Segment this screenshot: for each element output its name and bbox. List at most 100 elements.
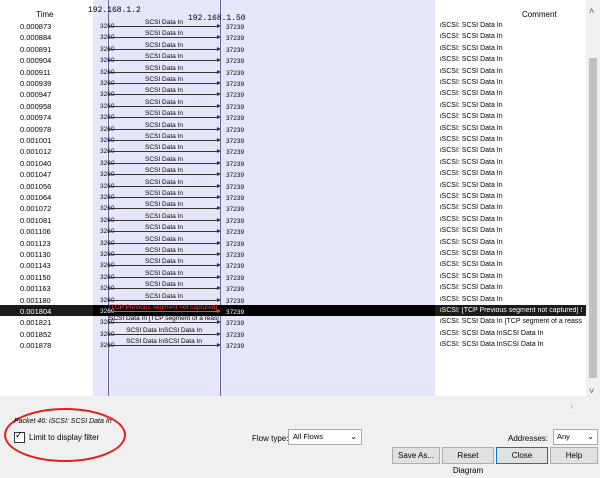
row-time: 0.000978 [20,124,52,134]
scrollbar-thumb[interactable] [589,58,597,378]
row-comment: iSCSI: SCSI Data In [TCP segment of a re… [440,318,582,326]
flow-row[interactable]: 0.001821 3260 SCSI Data In [TCP segment of… [0,315,586,327]
chevron-down-icon: ⌄ [350,432,357,441]
row-arrow-label: SCSI Data In [145,281,183,289]
row-arrow-label: SCSI Data In [145,235,183,243]
flow-row[interactable]: 0.001163 3260 SCSI Data In 37239 iSCSI: SCSI… [0,281,586,293]
flow-row[interactable]: 0.001106 3260 SCSI Data In 37239 iSCSI: SCSI… [0,224,586,237]
row-time: 0.001143 [20,261,51,271]
scroll-right-icon[interactable]: › [570,401,573,411]
row-dst-port: 37239 [226,240,245,248]
row-comment: iSCSI: SCSI Data In [440,272,503,280]
flow-row[interactable]: 0.001064 3260 SCSI Data In 37239 iSCSI: SCSI… [0,190,586,202]
flow-row[interactable]: 0.001072 3260 SCSI Data In 37239 iSCSI: SCSI… [0,201,586,214]
row-arrow [109,81,221,85]
row-time: 0.000873 [20,22,52,31]
flow-row[interactable]: 0.001081 3260 SCSI Data In 37239 iSCSI: SCSI… [0,213,586,225]
row-comment: iSCSI: SCSI Data In [440,170,503,178]
close-button[interactable]: Close [496,447,548,464]
flow-row[interactable]: 0.000978 3260 SCSI Data In 37239 iSCSI: SCSI… [0,121,586,134]
row-arrow [109,115,221,120]
row-arrow [109,103,221,108]
flow-row[interactable]: 0.000939 3260 SCSI Data In 37239 iSCSI: SCSI… [0,76,586,88]
flow-row[interactable]: 0.001852 3260 SCSI Data InSCSI Data In 3723… [0,327,586,339]
row-arrow-label: SCSI Data In [145,53,183,61]
save-as-button[interactable]: Save As... [392,447,440,464]
row-dst-port: 37239 [226,229,245,237]
flow-row[interactable]: 0.001804 3260 [TCP Previous segment not ca… [0,304,586,317]
row-comment: iSCSI: SCSI Data In [440,250,503,257]
flow-row[interactable]: 0.001012 3260 SCSI Data In 37239 iSCSI: SCSI… [0,144,586,156]
row-time: 0.001064 [20,193,52,202]
checkbox-icon[interactable] [14,430,25,443]
row-time: 0.001072 [20,204,52,214]
flow-row[interactable]: 0.001150 3260 SCSI Data In 37239 iSCSI: SCSI… [0,270,586,282]
help-button[interactable]: Help [550,447,598,464]
row-time: 0.001150 [20,272,51,282]
row-arrow-label: SCSI Data In [145,155,183,163]
row-comment: iSCSI: SCSI Data In [440,227,503,235]
flow-row[interactable]: 0.001878 3260 SCSI Data InSCSI Data In 3723… [0,338,586,351]
flow-row[interactable]: 0.000873 3260 SCSI Data In 37239 iSCSI: SCSI… [0,19,586,31]
vertical-scrollbar[interactable]: ˄ ˅ [586,0,600,396]
row-comment: iSCSI: SCSI Data In [440,204,503,212]
addresses-select[interactable]: Any ⌄ [553,429,598,445]
row-comment: iSCSI: SCSI Data In [440,261,503,269]
row-arrow [109,331,221,336]
row-dst-port: 37239 [226,172,245,180]
row-time: 0.001878 [20,341,52,351]
row-comment: iSCSI: SCSI Data In [440,44,503,52]
flow-row[interactable]: 0.001001 3260 SCSI Data In 37239 iSCSI: SCSI… [0,133,586,145]
row-comment: iSCSI: [TCP Previous segment not capture… [440,307,582,314]
row-dst-port: 37239 [226,297,245,305]
flow-row[interactable]: 0.001130 3260 SCSI Data In 37239 iSCSI: SCSI… [0,247,586,259]
row-comment: iSCSI: SCSI Data In [440,158,503,166]
flow-type-select[interactable]: All Flows ⌄ [288,429,362,445]
row-arrow-label: SCSI Data In [145,121,183,129]
row-arrow-label: SCSI Data In [145,76,183,83]
row-arrow [109,263,221,268]
scroll-down-icon[interactable]: ˅ [589,386,594,396]
scroll-up-icon[interactable]: ˄ [589,6,594,16]
addresses-value: Any [557,432,570,441]
flow-row[interactable]: 0.000911 3260 SCSI Data In 37239 iSCSI: SCSI… [0,65,586,77]
row-dst-port: 37239 [226,126,245,134]
flow-row[interactable]: 0.000947 3260 SCSI Data In 37239 iSCSI: SCSI… [0,87,586,99]
flow-row[interactable]: 0.000904 3260 SCSI Data In 37239 iSCSI: SCSI… [0,53,586,65]
row-time: 0.001056 [20,181,52,191]
flow-row[interactable]: 0.001047 3260 SCSI Data In 37239 iSCSI: SCSI… [0,167,586,180]
flow-row[interactable]: 0.000884 3260 SCSI Data In 37239 iSCSI: SCSI… [0,30,586,42]
row-arrow-label: SCSI Data In [145,144,183,152]
packet-info-text: Packet 46: iSCSI: SCSI Data In [14,418,112,425]
row-comment: iSCSI: SCSI Data In [440,101,503,109]
flow-row[interactable]: 0.001143 3260 SCSI Data In 37239 iSCSI: SCSI… [0,258,586,271]
row-arrow-label: SCSI Data In [145,178,183,186]
flow-row[interactable]: 0.000891 3260 SCSI Data In 37239 iSCSI: SCSI… [0,42,586,54]
limit-to-display-filter-checkbox[interactable]: Limit to display filter [14,430,100,443]
flow-row[interactable]: 0.001180 3260 SCSI Data In 37239 iSCSI: SCSI… [0,293,586,305]
row-time: 0.000958 [20,101,52,111]
flow-row[interactable]: 0.001056 3260 SCSI Data In 37239 iSCSI: SCSI… [0,178,586,191]
flow-row[interactable]: 0.000958 3260 SCSI Data In 37239 iSCSI: SCSI… [0,99,586,111]
flow-diagram[interactable]: Time 192.168.1.2 192.168.1.50 Comment 0.… [0,0,586,396]
row-arrow [109,69,221,74]
flow-row[interactable]: 0.000974 3260 SCSI Data In 37239 iSCSI: SCSI… [0,110,586,122]
row-arrow [109,206,221,211]
row-arrow-label: SCSI Data In [TCP segment of a reass... [109,315,219,323]
row-dst-port: 37239 [226,309,245,316]
row-comment: iSCSI: SCSI Data In [440,284,503,292]
row-arrow-label: SCSI Data In [145,190,183,197]
row-arrow [109,297,221,302]
reset-diagram-button[interactable]: Reset Diagram [442,447,494,475]
row-dst-port: 37239 [226,81,245,88]
row-arrow [109,195,221,199]
row-arrow-label: SCSI Data In [145,133,183,140]
addresses-label: Addresses: [508,434,549,443]
flow-row[interactable]: 0.001123 3260 SCSI Data In 37239 iSCSI: SCSI… [0,235,586,248]
flow-type-value: All Flows [293,432,324,441]
row-arrow [109,126,221,131]
limit-label: Limit to display filter [29,433,100,442]
row-arrow [109,343,221,348]
flow-row[interactable]: 0.001040 3260 SCSI Data In 37239 iSCSI: SCSI… [0,155,586,168]
row-arrow-label: SCSI Data In [145,201,183,209]
